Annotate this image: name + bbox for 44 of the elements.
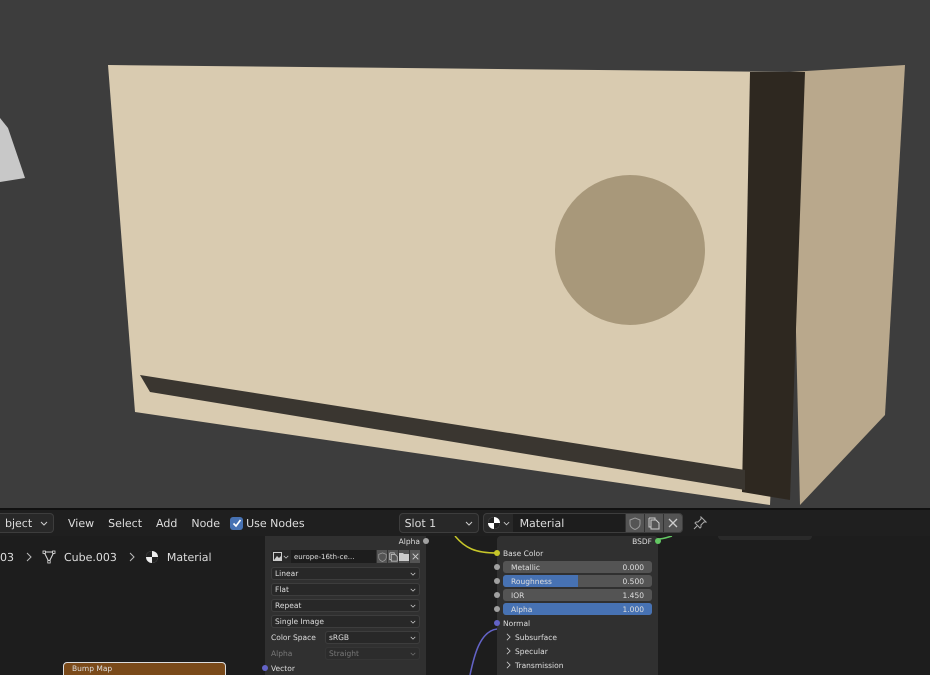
object-fragment-drawing [0,118,25,182]
fake-user-shield-icon[interactable] [376,550,387,563]
chevron-right-icon [26,552,32,562]
chevron-down-icon [464,520,473,526]
chevron-down-icon [40,520,48,526]
socket-dot[interactable] [494,564,500,570]
mode-dropdown[interactable]: bject [0,513,54,533]
breadcrumb-item: Material [166,550,212,564]
image-browse-button[interactable] [271,550,291,563]
duplicate-icon[interactable] [387,550,398,563]
pin-icon[interactable] [692,516,707,530]
menu-item[interactable]: Add [152,516,182,530]
node-link [658,536,672,540]
3d-viewport[interactable] [0,0,930,508]
socket-dot[interactable] [494,550,500,556]
socket-dot[interactable] [494,592,500,598]
breadcrumb-item: Cube.003 [64,550,117,564]
chevron-down-icon [410,572,416,576]
breadcrumb-item: 03 [0,550,14,564]
material-icon [144,550,159,564]
checkbox[interactable] [230,516,244,530]
socket-dot[interactable] [494,606,500,612]
chevron-down-icon [410,620,416,624]
socket-dot[interactable] [262,665,268,671]
chevron-down-icon [410,604,416,608]
mesh-icon [42,550,56,564]
chevron-down-icon [410,636,416,640]
checkbox-label: Use Nodes [246,516,305,530]
socket-dot[interactable] [494,620,500,626]
socket-dot[interactable] [423,538,429,544]
chevron-down-icon [410,588,416,592]
chevron-right-icon [128,552,135,562]
chevron-down-icon [283,554,289,558]
folder-icon[interactable] [398,550,409,563]
menu-item[interactable]: Node [187,516,224,530]
slot-dropdown[interactable]: Slot 1 [398,513,479,533]
socket-dot[interactable] [655,538,661,544]
menu-item[interactable]: Select [104,516,146,530]
chevron-down-icon [410,652,416,656]
socket-dot[interactable] [494,578,500,584]
close-icon[interactable] [409,550,420,563]
menu-item[interactable]: View [64,516,98,530]
image-icon [273,552,282,561]
node-link [469,628,498,675]
